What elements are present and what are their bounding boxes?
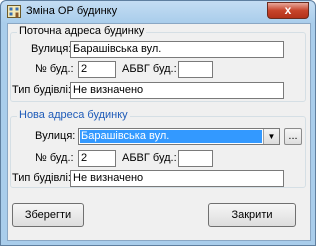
new-letter-input[interactable] — [178, 150, 213, 167]
new-house-no-input[interactable]: 2 — [78, 150, 116, 167]
close-button[interactable]: Закрити — [208, 203, 296, 227]
new-building-type-label: Тип будівлі: — [12, 172, 71, 184]
browse-street-button[interactable]: ... — [284, 128, 302, 145]
window-title: Зміна ОР будинку — [26, 5, 118, 17]
new-letter-label: АБВГ буд.: — [122, 152, 177, 164]
dialog-window: Зміна ОР будинку x Поточна адреса будинк… — [0, 0, 316, 246]
current-street-label: Вулиця: — [31, 43, 72, 55]
current-address-group-title: Поточна адреса будинку — [17, 25, 147, 37]
current-building-type-label: Тип будівлі: — [12, 84, 71, 96]
save-button[interactable]: Зберегти — [12, 203, 84, 227]
new-street-selected-value: Барашівська вул. — [80, 130, 262, 143]
new-street-label: Вулиця: — [35, 130, 76, 142]
current-house-no-label: № буд.: — [35, 63, 74, 75]
dropdown-arrow-icon[interactable]: ▼ — [263, 129, 279, 144]
new-address-group-title: Нова адреса будинку — [17, 109, 130, 121]
current-street-field: Барашівська вул. — [70, 41, 284, 58]
building-icon — [7, 5, 21, 18]
current-letter-label: АБВГ буд.: — [122, 63, 177, 75]
current-building-type-field: Не визначено — [70, 82, 284, 99]
new-street-combobox[interactable]: Барашівська вул. ▼ — [78, 128, 280, 145]
current-house-no-field: 2 — [78, 61, 116, 78]
dialog-client-area: Поточна адреса будинку Вулиця: Барашівсь… — [7, 23, 311, 241]
current-letter-field — [178, 61, 213, 78]
window-close-button[interactable]: x — [267, 2, 309, 19]
new-house-no-label: № буд.: — [35, 152, 74, 164]
new-building-type-input[interactable]: Не визначено — [70, 170, 284, 187]
title-bar[interactable]: Зміна ОР будинку x — [1, 1, 315, 23]
